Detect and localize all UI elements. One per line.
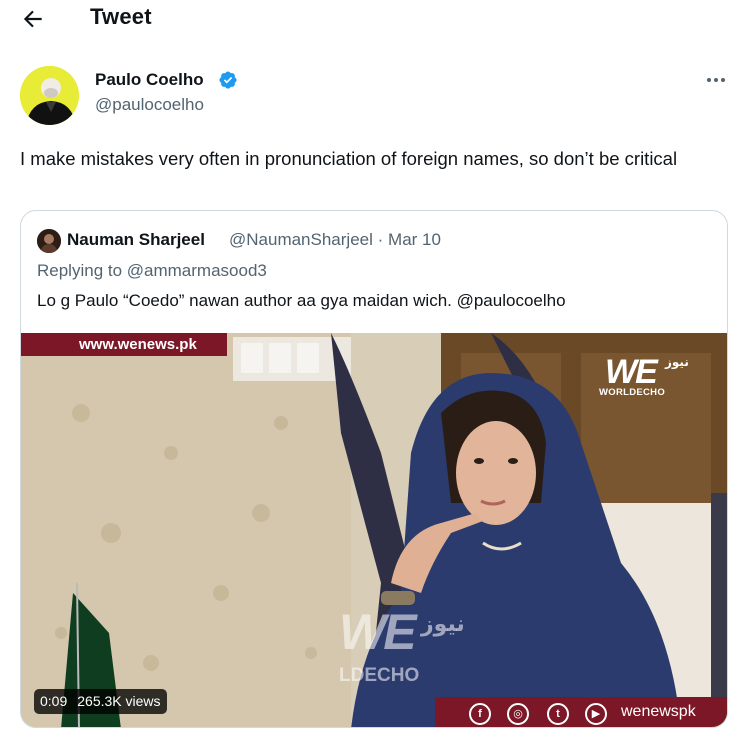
instagram-icon: ◎ — [507, 703, 529, 725]
site-banner: www.wenews.pk — [21, 333, 227, 356]
quoted-tweet[interactable]: Nauman Sharjeel @NaumanSharjeel · Mar 10… — [20, 210, 728, 728]
video-player[interactable]: www.wenews.pk WE نیوز WORLDECHO WE نیوز … — [21, 333, 727, 727]
replying-to: Replying to @ammarmasood3 — [37, 261, 267, 280]
youtube-icon: ▶ — [585, 703, 607, 725]
author-handle[interactable]: @paulocoelho — [95, 95, 204, 115]
arrow-left-icon — [23, 10, 42, 28]
quote-meta: @NaumanSharjeel · Mar 10 — [229, 230, 441, 250]
video-info-badge: 0:09 265.3K views — [34, 689, 167, 714]
video-views: 265.3K views — [77, 693, 161, 709]
logo-sub: WORLDECHO — [599, 387, 666, 398]
channel-logo: WE نیوز WORLDECHO — [587, 353, 707, 403]
quote-author-handle[interactable]: @NaumanSharjeel — [229, 230, 373, 249]
quote-date[interactable]: Mar 10 — [388, 230, 441, 249]
watermark-sub: LDECHO — [339, 665, 420, 686]
author-avatar[interactable] — [20, 66, 79, 125]
social-handle: wenewspk — [621, 703, 696, 720]
watermark-main: WE — [339, 604, 417, 660]
more-icon — [707, 78, 725, 82]
top-bar: Tweet — [0, 0, 749, 38]
author-name[interactable]: Paulo Coelho — [95, 70, 204, 90]
tweet-text: I make mistakes very often in pronunciat… — [20, 148, 678, 169]
quote-author-name[interactable]: Nauman Sharjeel — [67, 230, 205, 250]
social-bar: f ◎ t ▶ wenewspk — [435, 697, 727, 727]
quote-text: Lo g Paulo “Coedo” nawan author aa gya m… — [37, 291, 566, 310]
separator-dot: · — [377, 230, 384, 249]
video-duration: 0:09 — [40, 693, 68, 709]
more-options-button[interactable] — [703, 70, 729, 90]
facebook-icon: f — [469, 703, 491, 725]
twitter-icon: t — [547, 703, 569, 725]
quote-author-avatar[interactable] — [37, 229, 61, 253]
video-watermark: WE نیوز LDECHO — [339, 603, 489, 693]
page-title: Tweet — [90, 4, 152, 29]
back-button[interactable] — [20, 6, 46, 32]
verified-badge-icon — [219, 71, 237, 89]
watermark-urdu: نیوز — [421, 611, 465, 636]
logo-urdu: نیوز — [665, 355, 689, 369]
